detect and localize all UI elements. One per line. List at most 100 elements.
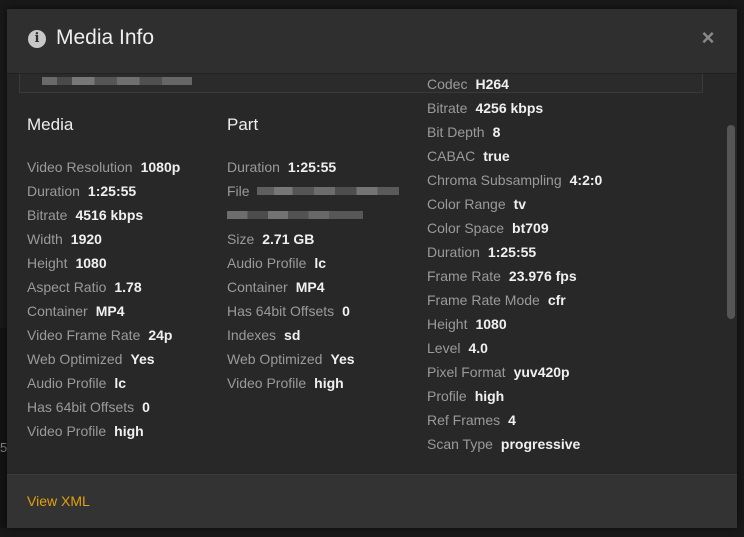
info-key: Indexes — [227, 327, 277, 343]
pixelated-filename — [257, 187, 399, 195]
info-value: 4.0 — [468, 340, 488, 356]
info-value: 1080 — [75, 255, 107, 271]
info-value: 1080 — [475, 316, 507, 332]
info-row: Video Frame Rate 24p — [27, 323, 180, 347]
info-row: Video Profile high — [27, 419, 180, 443]
scrollbar-thumb[interactable] — [727, 125, 735, 319]
info-key: Video Profile — [227, 375, 307, 391]
info-row: Container MP4 — [227, 275, 355, 299]
info-row: Pixel Format yuv420p — [427, 360, 602, 384]
info-value: Yes — [130, 351, 155, 367]
info-row: Web Optimized Yes — [27, 347, 180, 371]
info-value: 2.71 GB — [262, 231, 315, 247]
info-row: Audio Profile lc — [27, 371, 180, 395]
info-key: Frame Rate — [427, 268, 501, 284]
info-row: Bitrate 4516 kbps — [27, 203, 180, 227]
info-row: Height 1080 — [27, 251, 180, 275]
info-key: Color Space — [427, 220, 505, 236]
info-value: 0 — [342, 303, 350, 319]
info-value: 4516 kbps — [75, 207, 144, 223]
info-value: 23.976 fps — [508, 268, 577, 284]
info-row: Has 64bit Offsets 0 — [227, 299, 355, 323]
info-row: Web Optimized Yes — [227, 347, 355, 371]
info-icon: i — [28, 30, 46, 48]
media-column: Media Video Resolution 1080p Duration 1:25:… — [27, 115, 180, 443]
info-row: Duration 1:25:55 — [27, 179, 180, 203]
info-value: lc — [314, 255, 327, 271]
info-key: Height — [27, 255, 68, 271]
pixelated-filename — [227, 211, 363, 219]
info-row: Codec H264 — [427, 74, 602, 96]
media-info-dialog: i Media Info × Media Video Resolution 108… — [7, 9, 737, 528]
info-key: Audio Profile — [27, 375, 107, 391]
info-row: Audio Profile lc — [227, 251, 355, 275]
view-xml-link[interactable]: View XML — [27, 493, 90, 509]
dialog-header: i Media Info × — [7, 9, 737, 74]
info-key: Width — [27, 231, 63, 247]
info-key: Codec — [427, 76, 468, 92]
info-row: Scan Type progressive — [427, 432, 602, 456]
info-value: true — [483, 148, 510, 164]
info-row: Ref Frames 4 — [427, 408, 602, 432]
info-key: Bitrate — [27, 207, 68, 223]
info-key: File — [227, 183, 250, 199]
info-row-file-cont — [227, 203, 363, 227]
info-key: Color Range — [427, 196, 506, 212]
info-value: progressive — [500, 436, 581, 452]
info-key: Aspect Ratio — [27, 279, 107, 295]
info-key: Video Frame Rate — [27, 327, 141, 343]
info-value: high — [314, 375, 344, 391]
info-key: Height — [427, 316, 468, 332]
info-key: Pixel Format — [427, 364, 506, 380]
info-row: Container MP4 — [27, 299, 180, 323]
info-row: Height 1080 — [427, 312, 602, 336]
close-icon[interactable]: × — [697, 25, 719, 51]
info-value: 4256 kbps — [475, 100, 544, 116]
info-value: high — [114, 423, 144, 439]
info-row: Video Resolution 1080p — [27, 155, 180, 179]
media-heading: Media — [27, 115, 74, 134]
info-value: 4:2:0 — [569, 172, 603, 188]
dialog-title: Media Info — [56, 26, 155, 49]
info-key: Duration — [27, 183, 80, 199]
info-key: Container — [227, 279, 288, 295]
info-row: Duration 1:25:55 — [427, 240, 602, 264]
info-value: 1:25:55 — [487, 244, 537, 260]
dialog-body[interactable]: Media Video Resolution 1080p Duration 1:25:… — [7, 74, 737, 474]
info-key: Container — [27, 303, 88, 319]
info-key: Web Optimized — [27, 351, 123, 367]
info-key: Duration — [227, 159, 280, 175]
info-value: cfr — [547, 292, 566, 308]
info-value: high — [474, 388, 505, 404]
info-value: 1:25:55 — [287, 159, 337, 175]
info-row: Level 4.0 — [427, 336, 602, 360]
info-row: Duration 1:25:55 — [227, 155, 355, 179]
info-value: 1920 — [70, 231, 102, 247]
info-key: Frame Rate Mode — [427, 292, 540, 308]
info-value: bt709 — [512, 220, 549, 236]
info-key: Audio Profile — [227, 255, 307, 271]
info-key: Bitrate — [427, 100, 468, 116]
info-key: Web Optimized — [227, 351, 323, 367]
pixelated-text — [42, 77, 192, 85]
info-value: H264 — [475, 76, 509, 92]
info-row: Bitrate 4256 kbps — [427, 96, 602, 120]
info-key: CABAC — [427, 148, 476, 164]
info-value: 4 — [508, 412, 516, 428]
dialog-footer: View XML — [7, 474, 737, 528]
info-row-file: File — [227, 179, 399, 203]
info-value: 8 — [492, 124, 501, 140]
info-key: Level — [427, 340, 461, 356]
info-value: 1.78 — [114, 279, 142, 295]
info-key: Has 64bit Offsets — [27, 399, 135, 415]
info-row: Has 64bit Offsets 0 — [27, 395, 180, 419]
info-value: sd — [284, 327, 301, 343]
info-value: lc — [114, 375, 127, 391]
info-key: Size — [227, 231, 255, 247]
info-key: Ref Frames — [427, 412, 501, 428]
info-value: MP4 — [95, 303, 125, 319]
info-value: MP4 — [295, 279, 325, 295]
info-row: CABAC true — [427, 144, 602, 168]
info-row: Indexes sd — [227, 323, 355, 347]
info-row: Video Profile high — [227, 371, 355, 395]
